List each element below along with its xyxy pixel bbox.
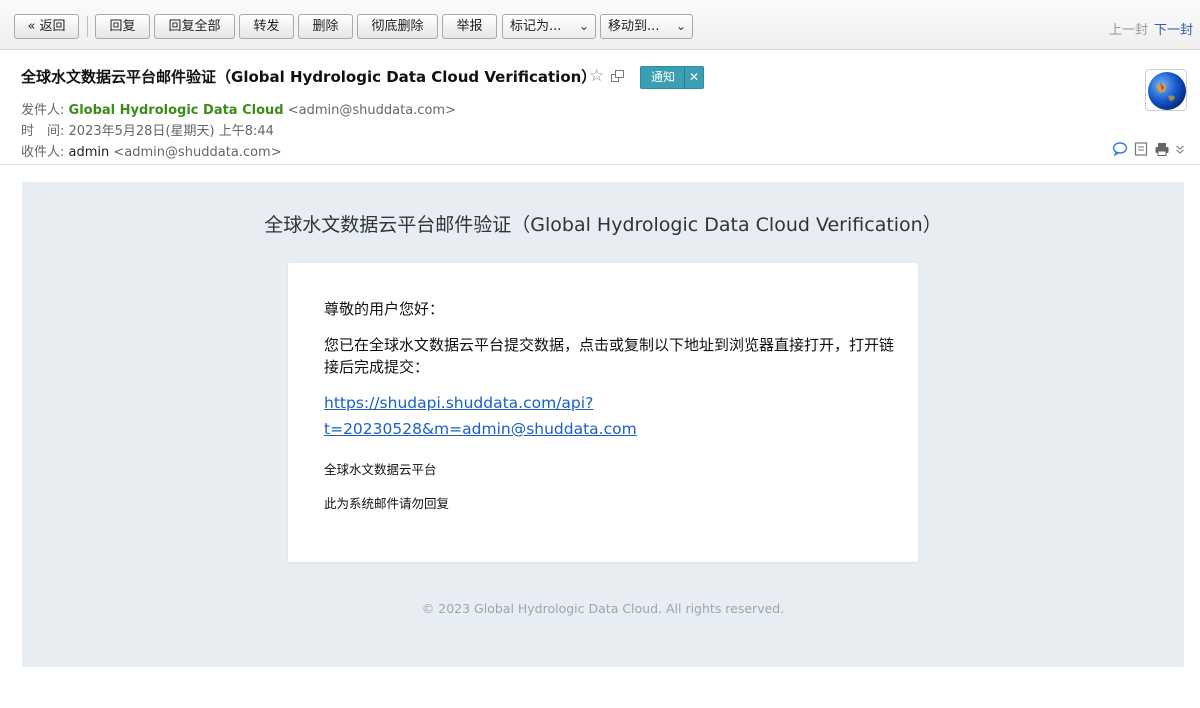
email-subject: 全球水文数据云平台邮件验证（Global Hydrologic Data Clo… (21, 68, 597, 86)
from-line: 发件人: Global Hydrologic Data Cloud <admin… (21, 99, 456, 118)
star-icon[interactable]: ☆ (589, 66, 604, 86)
more-chevron-icon[interactable] (1175, 141, 1185, 157)
back-button[interactable]: « 返回 (14, 14, 79, 39)
toolbar: « 返回 回复 回复全部 转发 删除 彻底删除 举报 标记为... ⌄ 移动到.… (0, 0, 1200, 50)
globe-avatar-icon (1148, 72, 1186, 110)
forward-button[interactable]: 转发 (239, 14, 294, 39)
email-body: 全球水文数据云平台邮件验证（Global Hydrologic Data Clo… (22, 182, 1184, 667)
to-line: 收件人: admin <admin@shuddata.com> (21, 141, 282, 160)
time-line: 时 间: 2023年5月28日(星期天) 上午8:44 (21, 120, 274, 139)
verification-link[interactable]: https://shudapi.shuddata.com/api? t=2023… (324, 390, 884, 442)
chat-icon[interactable] (1112, 141, 1128, 157)
content-card: 尊敬的用户您好： 您已在全球水文数据云平台提交数据，点击或复制以下地址到浏览器直… (288, 263, 918, 562)
signature: 全球水文数据云平台 (324, 462, 437, 477)
reply-all-button[interactable]: 回复全部 (154, 14, 235, 39)
move-to-label: 移动到... (608, 19, 660, 34)
mark-as-label: 标记为... (510, 19, 562, 34)
note-icon[interactable] (1134, 141, 1148, 157)
to-label: 收件人: (21, 145, 65, 160)
recipient-address: <admin@shuddata.com> (113, 145, 282, 160)
delete-button[interactable]: 删除 (298, 14, 353, 39)
email-header: 全球水文数据云平台邮件验证（Global Hydrologic Data Clo… (0, 50, 1200, 165)
prev-email-link[interactable]: 上一封 (1109, 19, 1148, 38)
verification-link-line-2[interactable]: t=20230528&m=admin@shuddata.com (324, 416, 884, 442)
print-icon[interactable] (1154, 141, 1170, 157)
move-to-select[interactable]: 移动到... ⌄ (600, 14, 693, 39)
recipient-name[interactable]: admin (69, 145, 110, 160)
copyright-footer: © 2023 Global Hydrologic Data Cloud. All… (421, 601, 785, 616)
sender-address: <admin@shuddata.com> (287, 103, 456, 118)
toolbar-divider (87, 16, 88, 37)
delete-permanently-button[interactable]: 彻底删除 (357, 14, 438, 39)
next-email-link[interactable]: 下一封 (1154, 19, 1193, 38)
instruction-paragraph: 您已在全球水文数据云平台提交数据，点击或复制以下地址到浏览器直接打开，打开链接后… (324, 336, 895, 376)
mark-as-select[interactable]: 标记为... ⌄ (502, 14, 596, 39)
no-reply-note: 此为系统邮件请勿回复 (324, 496, 450, 511)
tag-label: 通知 (641, 67, 686, 88)
time-value: 2023年5月28日(星期天) 上午8:44 (68, 124, 274, 139)
avatar (1145, 69, 1187, 111)
reply-button[interactable]: 回复 (95, 14, 150, 39)
chevron-down-icon: ⌄ (578, 19, 589, 33)
report-button[interactable]: 举报 (442, 14, 497, 39)
verification-link-line-1[interactable]: https://shudapi.shuddata.com/api? (324, 390, 884, 416)
tag-badge[interactable]: 通知 ✕ (640, 66, 705, 89)
greeting: 尊敬的用户您好： (324, 300, 445, 318)
time-label: 时 间: (21, 124, 65, 139)
chevron-down-icon: ⌄ (675, 19, 686, 33)
sender-name[interactable]: Global Hydrologic Data Cloud (69, 103, 284, 118)
from-label: 发件人: (21, 103, 65, 118)
popout-icon[interactable] (611, 70, 624, 82)
close-icon[interactable]: ✕ (685, 67, 703, 88)
email-title: 全球水文数据云平台邮件验证（Global Hydrologic Data Clo… (264, 214, 942, 236)
